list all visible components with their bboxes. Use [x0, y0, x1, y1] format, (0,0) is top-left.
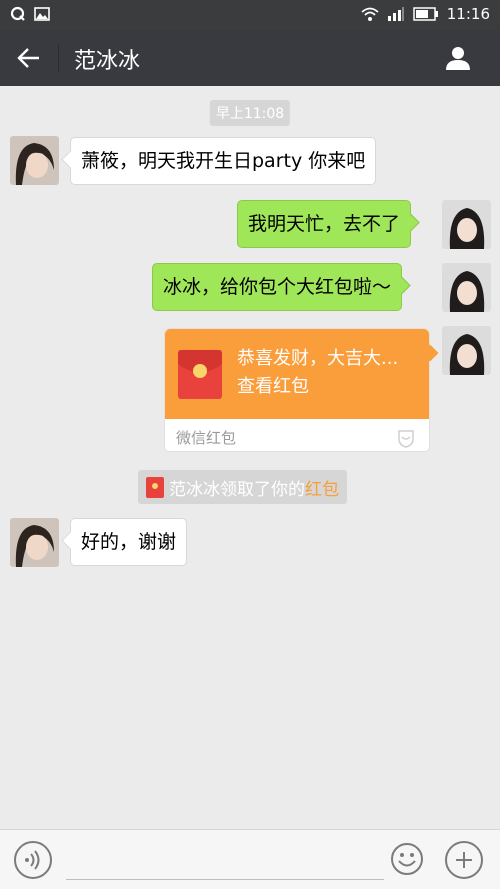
- person-icon: [446, 47, 470, 70]
- title-divider: [58, 44, 59, 72]
- voice-icon: [25, 850, 40, 870]
- message-bubble-outgoing[interactable]: 冰冰，给你包个大红包啦～: [152, 263, 403, 311]
- status-bar: 11:16: [0, 0, 500, 30]
- back-arrow-icon: [17, 48, 39, 68]
- red-packet-card[interactable]: 恭喜发财，大吉大... 查看红包 微信红包: [164, 328, 430, 452]
- chat-info-button[interactable]: [442, 42, 474, 74]
- own-avatar[interactable]: [442, 200, 491, 249]
- red-packet-banner: 恭喜发财，大吉大... 查看红包: [165, 329, 429, 419]
- input-bar: [0, 829, 500, 889]
- own-avatar[interactable]: [442, 326, 491, 375]
- red-packet-label: 微信红包: [176, 429, 237, 447]
- message-text: 萧筱，明天我开生日party 你来吧: [81, 150, 366, 172]
- wifi-icon: [361, 7, 379, 21]
- red-packet-link[interactable]: 红包: [305, 475, 339, 500]
- image-icon: [34, 7, 50, 21]
- message-input[interactable]: [66, 842, 384, 880]
- own-avatar[interactable]: [442, 263, 491, 312]
- clock: 11:16: [446, 5, 490, 23]
- contact-avatar[interactable]: [10, 136, 59, 185]
- red-packet-logo-icon: [398, 430, 414, 448]
- title-bar: 范冰冰: [0, 30, 500, 86]
- plus-icon: [456, 852, 472, 868]
- message-bubble-incoming[interactable]: 好的，谢谢: [70, 518, 188, 566]
- red-packet-greeting: 恭喜发财，大吉大...: [237, 348, 399, 369]
- chat-title: 范冰冰: [74, 49, 141, 74]
- chat-area[interactable]: 早上11:08 萧筱，明天我开生日party 你来吧 我明天忙，去不了 冰冰，给…: [0, 86, 500, 829]
- message-timestamp: 早上11:08: [209, 100, 291, 126]
- red-packet-action: 查看红包: [237, 376, 309, 397]
- voice-button[interactable]: [14, 841, 52, 879]
- message-text: 冰冰，给你包个大红包啦～: [163, 276, 392, 298]
- message-bubble-outgoing[interactable]: 我明天忙，去不了: [237, 200, 412, 248]
- notification-q-icon: [10, 6, 25, 21]
- more-button[interactable]: [445, 841, 483, 879]
- red-packet-claimed-notice: 范冰冰领取了你的 红包: [138, 470, 347, 504]
- contact-avatar[interactable]: [10, 518, 59, 567]
- back-button[interactable]: [12, 42, 46, 74]
- message-text: 我明天忙，去不了: [248, 213, 401, 235]
- red-envelope-icon: [178, 350, 222, 399]
- notice-text: 范冰冰领取了你的: [169, 479, 305, 500]
- battery-icon: [413, 7, 438, 21]
- message-text: 好的，谢谢: [81, 531, 177, 553]
- message-bubble-incoming[interactable]: 萧筱，明天我开生日party 你来吧: [70, 137, 377, 185]
- emoji-icon[interactable]: [390, 842, 424, 876]
- signal-icon: [387, 7, 404, 21]
- red-envelope-icon: [146, 476, 164, 498]
